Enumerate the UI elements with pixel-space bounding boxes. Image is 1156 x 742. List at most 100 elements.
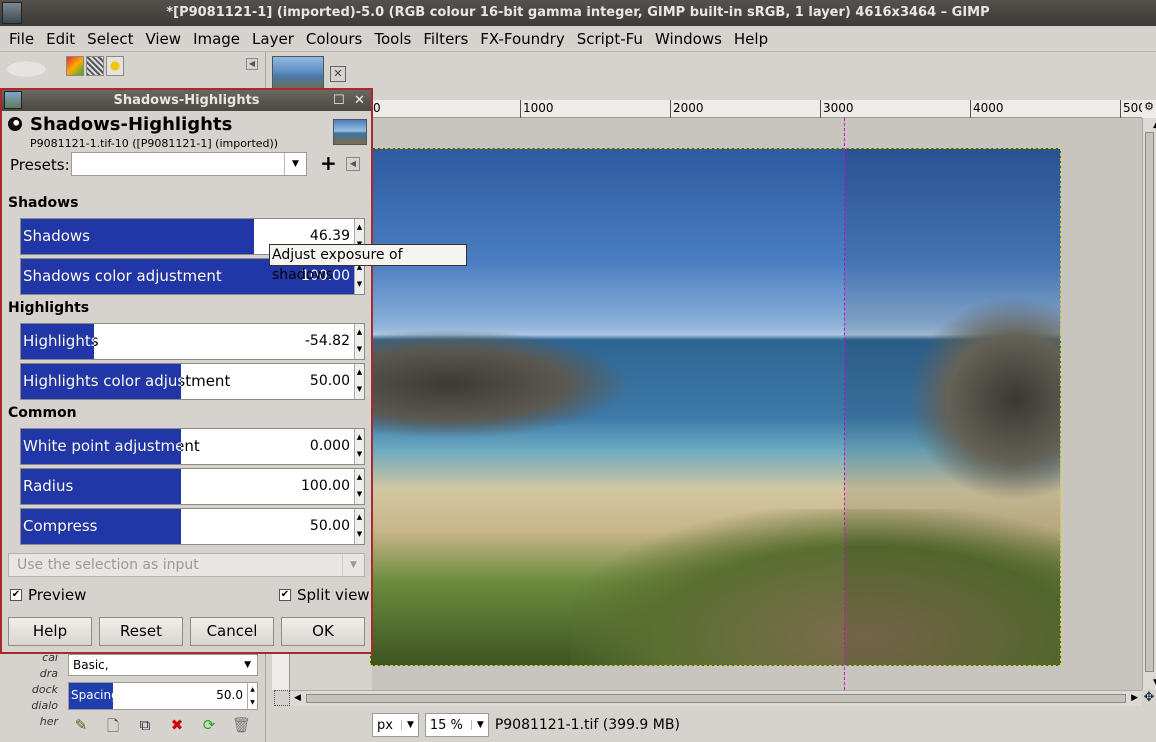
scrollbar-thumb[interactable] bbox=[306, 694, 1126, 703]
help-button[interactable]: Help bbox=[8, 617, 92, 646]
vertical-ruler bbox=[272, 650, 290, 690]
close-icon[interactable]: ✕ bbox=[354, 90, 365, 111]
shadows-tooltip: Adjust exposure of shadows bbox=[269, 244, 467, 283]
duplicate-icon[interactable]: ⧉ bbox=[136, 716, 154, 741]
white-point-slider[interactable]: White point adjustment White point adjus… bbox=[20, 428, 365, 465]
close-icon[interactable]: ✕ bbox=[330, 66, 346, 82]
slider-value: 50.00 bbox=[309, 518, 350, 534]
menu-windows[interactable]: Windows bbox=[649, 27, 728, 51]
image-tab-thumbnail[interactable] bbox=[272, 56, 324, 90]
menu-script-fu[interactable]: Script-Fu bbox=[571, 27, 649, 51]
window-title: *[P9081121-1] (imported)-5.0 (RGB colour… bbox=[166, 5, 990, 20]
spin-arrows-icon[interactable]: ▲▼ bbox=[354, 364, 364, 399]
zoom-value: 15 % bbox=[429, 717, 463, 733]
spin-arrows-icon[interactable]: ▲▼ bbox=[247, 683, 257, 709]
refresh-icon[interactable]: ⟳ bbox=[200, 716, 218, 741]
operation-title: Shadows-Highlights bbox=[30, 114, 233, 135]
split-view-guide[interactable] bbox=[844, 118, 845, 690]
dialog-header: Shadows-Highlights P9081121-1.tif-10 ([P… bbox=[2, 111, 371, 150]
navigate-icon[interactable]: ✥ bbox=[1142, 690, 1156, 706]
spacing-slider[interactable]: Spacing 50.0 ▲ ▼ bbox=[68, 682, 258, 710]
spin-arrows-icon[interactable]: ▲▼ bbox=[354, 509, 364, 544]
spin-arrows-icon[interactable]: ▲▼ bbox=[354, 429, 364, 464]
unit-value: px bbox=[377, 717, 393, 733]
spin-arrows-icon[interactable]: ▲▼ bbox=[354, 324, 364, 359]
selection-input-combo[interactable]: Use the selection as input ▼ bbox=[8, 553, 365, 577]
menu-image[interactable]: Image bbox=[187, 27, 246, 51]
dialog-app-icon bbox=[4, 91, 22, 109]
channels-tab-icon[interactable] bbox=[86, 56, 104, 76]
menu-help[interactable]: Help bbox=[728, 27, 774, 51]
scroll-left-icon[interactable]: ◀ bbox=[294, 693, 301, 703]
highlights-color-slider[interactable]: Highlights color adjustment Highlights c… bbox=[20, 363, 365, 400]
slider-value: 46.39 bbox=[309, 228, 350, 244]
photo-rocks-left bbox=[371, 329, 631, 439]
menu-fx-foundry[interactable]: FX-Foundry bbox=[474, 27, 570, 51]
slider-label: Shadows bbox=[23, 227, 91, 245]
edit-icon[interactable]: ✎ bbox=[72, 716, 90, 741]
menu-edit[interactable]: Edit bbox=[40, 27, 81, 51]
scrollbar-thumb[interactable] bbox=[1145, 132, 1154, 672]
split-view-checkbox[interactable]: ✔ Split view bbox=[279, 586, 370, 604]
spin-arrows-icon[interactable]: ▲▼ bbox=[354, 469, 364, 504]
menu-tools[interactable]: Tools bbox=[368, 27, 417, 51]
radius-slider[interactable]: Radius Radius 100.00 ▲ ▼ bbox=[20, 468, 365, 505]
slider-label: Highlights bbox=[23, 332, 94, 350]
hint-line: dock bbox=[31, 683, 58, 696]
slider-fill-label-clip: Compress bbox=[21, 509, 181, 544]
dialog-titlebar[interactable]: Shadows-Highlights ☐ ✕ bbox=[2, 90, 371, 111]
dock-hint-text: cai dra dock dialo her bbox=[30, 650, 58, 730]
layers-tab-icon[interactable] bbox=[66, 56, 84, 76]
add-preset-icon[interactable]: + bbox=[320, 151, 337, 175]
split-view-original bbox=[845, 149, 1060, 665]
paths-tab-icon[interactable] bbox=[106, 56, 124, 76]
brush-preset-value: Basic, bbox=[73, 658, 109, 672]
zoom-lock-icon[interactable]: ⚙ bbox=[1142, 100, 1156, 118]
menu-file[interactable]: File bbox=[3, 27, 40, 51]
section-shadows: Shadows bbox=[8, 195, 79, 211]
brush-preset-select[interactable]: Basic, ▼ bbox=[68, 654, 258, 676]
hint-line: her bbox=[39, 715, 58, 728]
menu-select[interactable]: Select bbox=[81, 27, 139, 51]
menu-filters[interactable]: Filters bbox=[417, 27, 474, 51]
chevron-down-icon: ▼ bbox=[400, 720, 414, 730]
delete-icon[interactable]: ✖ bbox=[168, 716, 186, 741]
selection-input-value: Use the selection as input bbox=[17, 557, 199, 573]
hint-line: dialo bbox=[31, 699, 58, 712]
preview-label: Preview bbox=[28, 586, 87, 604]
checkbox-checked-icon[interactable]: ✔ bbox=[279, 589, 291, 601]
menu-colours[interactable]: Colours bbox=[300, 27, 368, 51]
menu-view[interactable]: View bbox=[139, 27, 187, 51]
compress-slider[interactable]: Compress Compress 50.00 ▲ ▼ bbox=[20, 508, 365, 545]
drawable-thumbnail bbox=[333, 119, 367, 145]
presets-combo[interactable]: ▼ bbox=[71, 152, 307, 176]
statusbar: px ▼ 15 % ▼ P9081121-1.tif (399.9 MB) bbox=[372, 710, 1156, 740]
ruler-tick: 3000 bbox=[820, 100, 854, 118]
horizontal-ruler: 0 1000 2000 3000 4000 500 bbox=[370, 100, 1146, 118]
scroll-up-icon[interactable]: ▲ bbox=[1150, 120, 1156, 130]
presets-menu-icon[interactable]: ◀ bbox=[346, 157, 360, 171]
vertical-scrollbar[interactable]: ▲ ▼ bbox=[1142, 118, 1156, 690]
cancel-button[interactable]: Cancel bbox=[190, 617, 274, 646]
dock-menu-icon[interactable]: ◀ bbox=[246, 58, 258, 70]
preview-checkbox[interactable]: ✔ Preview bbox=[10, 586, 86, 604]
maximize-icon[interactable]: ☐ bbox=[333, 90, 345, 111]
zoom-select[interactable]: 15 % ▼ bbox=[424, 713, 489, 737]
scroll-right-icon[interactable]: ▶ bbox=[1131, 693, 1138, 703]
slider-value: 50.00 bbox=[309, 373, 350, 389]
slider-fill-label-clip: White point adjustment bbox=[21, 429, 181, 464]
reset-button[interactable]: Reset bbox=[99, 617, 183, 646]
quick-mask-icon[interactable] bbox=[274, 690, 290, 706]
ok-button[interactable]: OK bbox=[281, 617, 365, 646]
menu-layer[interactable]: Layer bbox=[246, 27, 300, 51]
trash-icon[interactable]: 🗑 bbox=[232, 716, 251, 741]
checkbox-checked-icon[interactable]: ✔ bbox=[10, 589, 22, 601]
unit-select[interactable]: px ▼ bbox=[372, 713, 419, 737]
highlights-slider[interactable]: Highlights Highlights -54.82 ▲ ▼ bbox=[20, 323, 365, 360]
horizontal-scrollbar[interactable]: ◀ ▶ bbox=[290, 690, 1142, 706]
new-icon[interactable]: 🗋 bbox=[104, 716, 122, 741]
presets-label: Presets: bbox=[10, 156, 70, 174]
image-canvas[interactable] bbox=[370, 148, 1061, 666]
ruler-tick: 1000 bbox=[520, 100, 554, 118]
scroll-down-icon[interactable]: ▼ bbox=[1150, 678, 1156, 688]
